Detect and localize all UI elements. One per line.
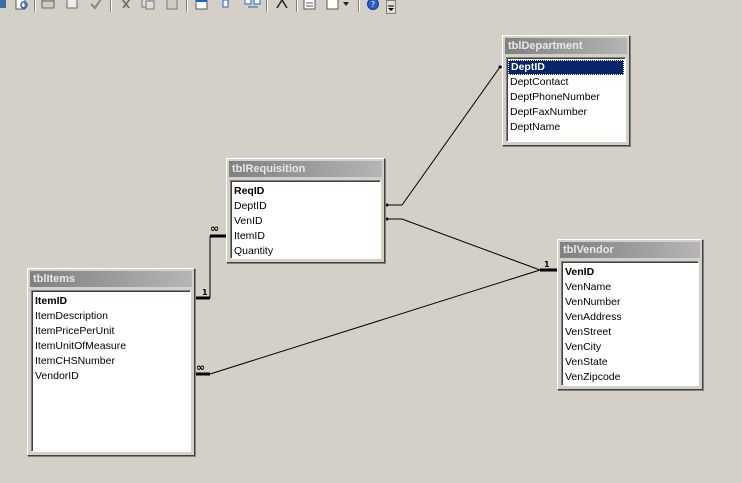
relationship-req-vendor[interactable]	[385, 217, 549, 271]
field-item[interactable]: Quantity	[231, 244, 380, 258]
field-item[interactable]: ItemDescription	[32, 309, 190, 324]
table-title[interactable]: tblRequisition	[229, 161, 382, 177]
field-item[interactable]: ItemCHSNumber	[32, 354, 190, 369]
field-item[interactable]: VenAddress	[562, 310, 698, 325]
cardinality-one-label: 1	[544, 260, 550, 269]
table-department[interactable]: tblDepartment DeptID DeptContact DeptPho…	[502, 35, 630, 146]
relationship-items-vendor[interactable]	[195, 268, 557, 376]
table-requisition[interactable]: tblRequisition ReqID DeptID VenID ItemID…	[226, 158, 385, 263]
cardinality-one-label: 1	[202, 288, 208, 297]
field-list[interactable]: VenID VenName VenNumber VenAddress VenSt…	[561, 261, 699, 386]
field-item[interactable]: DeptName	[507, 120, 625, 135]
field-item[interactable]: DeptFaxNumber	[507, 105, 625, 120]
field-item[interactable]: VenCity	[562, 340, 698, 355]
field-item[interactable]: DeptID	[231, 199, 380, 214]
field-item[interactable]: VenZipcode	[562, 370, 698, 385]
field-item[interactable]: ItemPricePerUnit	[32, 324, 190, 339]
field-item[interactable]: VenState	[562, 355, 698, 370]
table-vendor[interactable]: tblVendor VenID VenName VenNumber VenAdd…	[557, 239, 703, 390]
cardinality-many-label: ∞	[196, 361, 206, 374]
table-title[interactable]: tblDepartment	[505, 38, 627, 54]
field-list[interactable]: ReqID DeptID VenID ItemID Quantity	[230, 180, 381, 259]
field-item[interactable]: VenName	[562, 280, 698, 295]
field-item[interactable]: ItemUnitOfMeasure	[32, 339, 190, 354]
field-item[interactable]: DeptPhoneNumber	[507, 90, 625, 105]
field-list[interactable]: ItemID ItemDescription ItemPricePerUnit …	[31, 290, 191, 452]
cardinality-many-label: ∞	[210, 222, 220, 235]
field-list[interactable]: DeptID DeptContact DeptPhoneNumber DeptF…	[506, 57, 626, 142]
relationship-req-dept[interactable]	[385, 65, 508, 207]
field-item[interactable]: ItemID	[32, 294, 190, 309]
field-item[interactable]: VenNumber	[562, 295, 698, 310]
table-items[interactable]: tblItems ItemID ItemDescription ItemPric…	[27, 268, 195, 456]
table-title[interactable]: tblVendor	[560, 242, 700, 258]
field-item[interactable]: VenStreet	[562, 325, 698, 340]
field-item[interactable]: DeptContact	[507, 75, 625, 90]
field-item[interactable]: VenID	[562, 265, 698, 280]
field-item[interactable]: ItemID	[231, 229, 380, 244]
field-item[interactable]: VendorID	[32, 369, 190, 384]
field-item[interactable]: ReqID	[231, 184, 380, 199]
table-title[interactable]: tblItems	[30, 271, 192, 287]
field-item[interactable]: VenID	[231, 214, 380, 229]
field-item[interactable]: DeptID	[508, 60, 624, 75]
relationship-items-req[interactable]	[195, 234, 227, 300]
